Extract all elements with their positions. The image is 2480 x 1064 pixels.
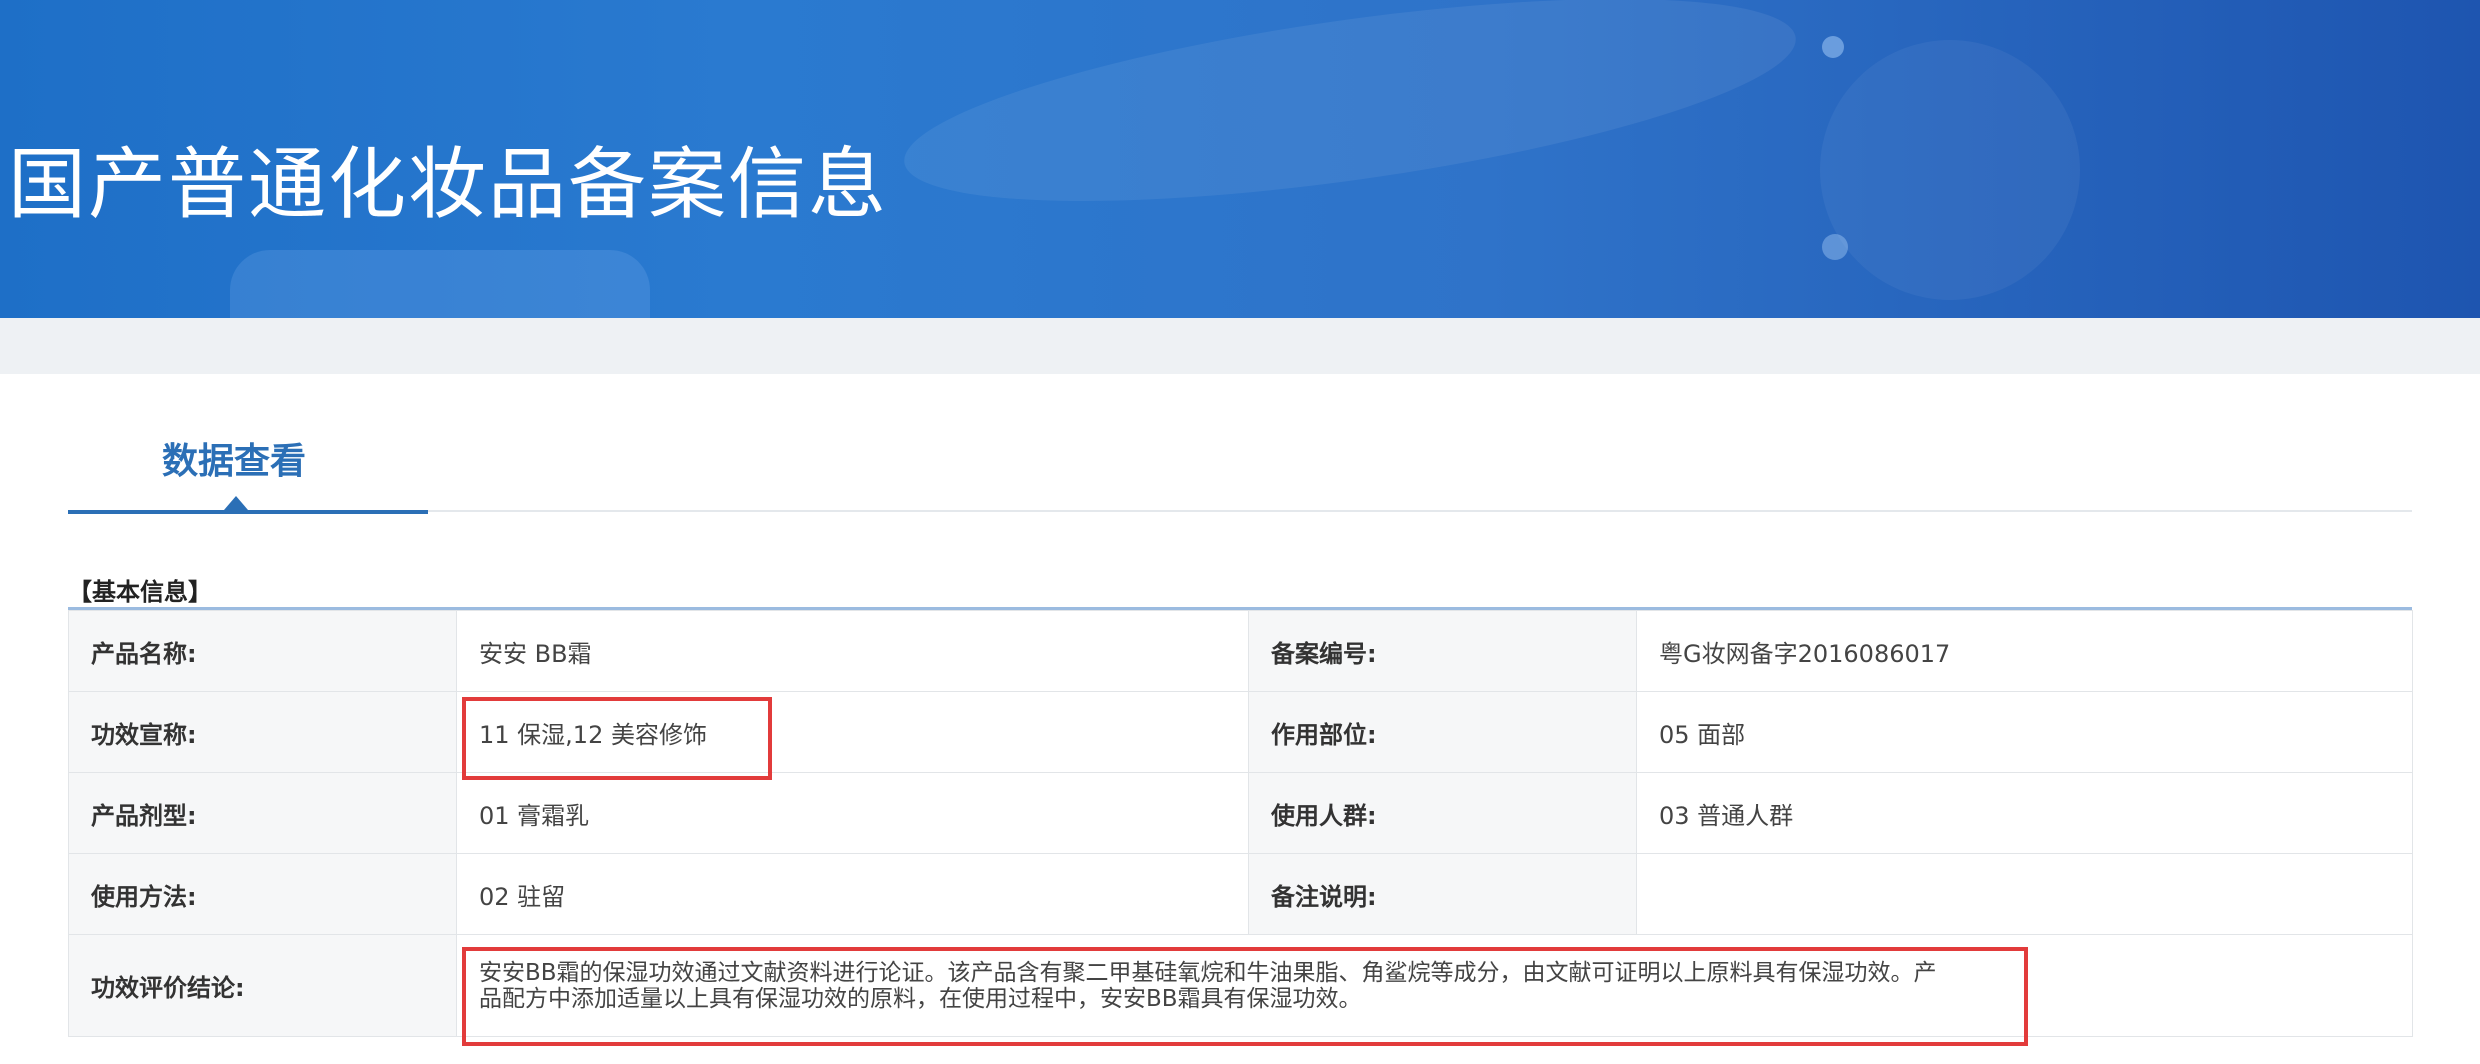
banner-spacer bbox=[0, 318, 2480, 374]
claim-highlight-box bbox=[462, 697, 772, 780]
product-name-value: 安安 BB霜 bbox=[456, 610, 1249, 692]
banner-decoration bbox=[893, 0, 1807, 242]
remark-value bbox=[1636, 853, 2413, 935]
usage-value: 02 驻留 bbox=[456, 853, 1249, 935]
banner-dot bbox=[1822, 36, 1844, 58]
conclusion-label: 功效评价结论: bbox=[68, 934, 457, 1037]
page-title: 国产普通化妆品备案信息 bbox=[8, 140, 889, 230]
form-value: 01 膏霜乳 bbox=[456, 772, 1249, 854]
usage-label: 使用方法: bbox=[68, 853, 457, 935]
site-value: 05 面部 bbox=[1636, 691, 2413, 773]
tab-label: 数据查看 bbox=[162, 441, 307, 482]
users-value: 03 普通人群 bbox=[1636, 772, 2413, 854]
table-row: 产品名称: 安安 BB霜 备案编号: 粤G妆网备字2016086017 bbox=[68, 610, 2413, 692]
record-no-value: 粤G妆网备字2016086017 bbox=[1636, 610, 2413, 692]
section-title: 【基本信息】 bbox=[68, 578, 212, 606]
active-tab-underline bbox=[68, 510, 428, 514]
active-tab-indicator bbox=[224, 496, 248, 510]
banner-dot bbox=[1822, 234, 1848, 260]
banner-decoration bbox=[230, 250, 650, 318]
table-row: 功效宣称: 11 保湿,12 美容修饰 作用部位: 05 面部 bbox=[68, 691, 2413, 773]
tab-data-view[interactable]: 数据查看 bbox=[68, 424, 428, 514]
table-row: 产品剂型: 01 膏霜乳 使用人群: 03 普通人群 bbox=[68, 772, 2413, 854]
form-label: 产品剂型: bbox=[68, 772, 457, 854]
record-no-label: 备案编号: bbox=[1248, 610, 1637, 692]
users-label: 使用人群: bbox=[1248, 772, 1637, 854]
banner-decoration bbox=[1820, 40, 2080, 300]
claim-label: 功效宣称: bbox=[68, 691, 457, 773]
table-row: 使用方法: 02 驻留 备注说明: bbox=[68, 853, 2413, 935]
remark-label: 备注说明: bbox=[1248, 853, 1637, 935]
product-name-label: 产品名称: bbox=[68, 610, 457, 692]
site-label: 作用部位: bbox=[1248, 691, 1637, 773]
conclusion-highlight-box bbox=[462, 947, 2028, 1046]
page-banner: 国产普通化妆品备案信息 bbox=[0, 0, 2480, 318]
